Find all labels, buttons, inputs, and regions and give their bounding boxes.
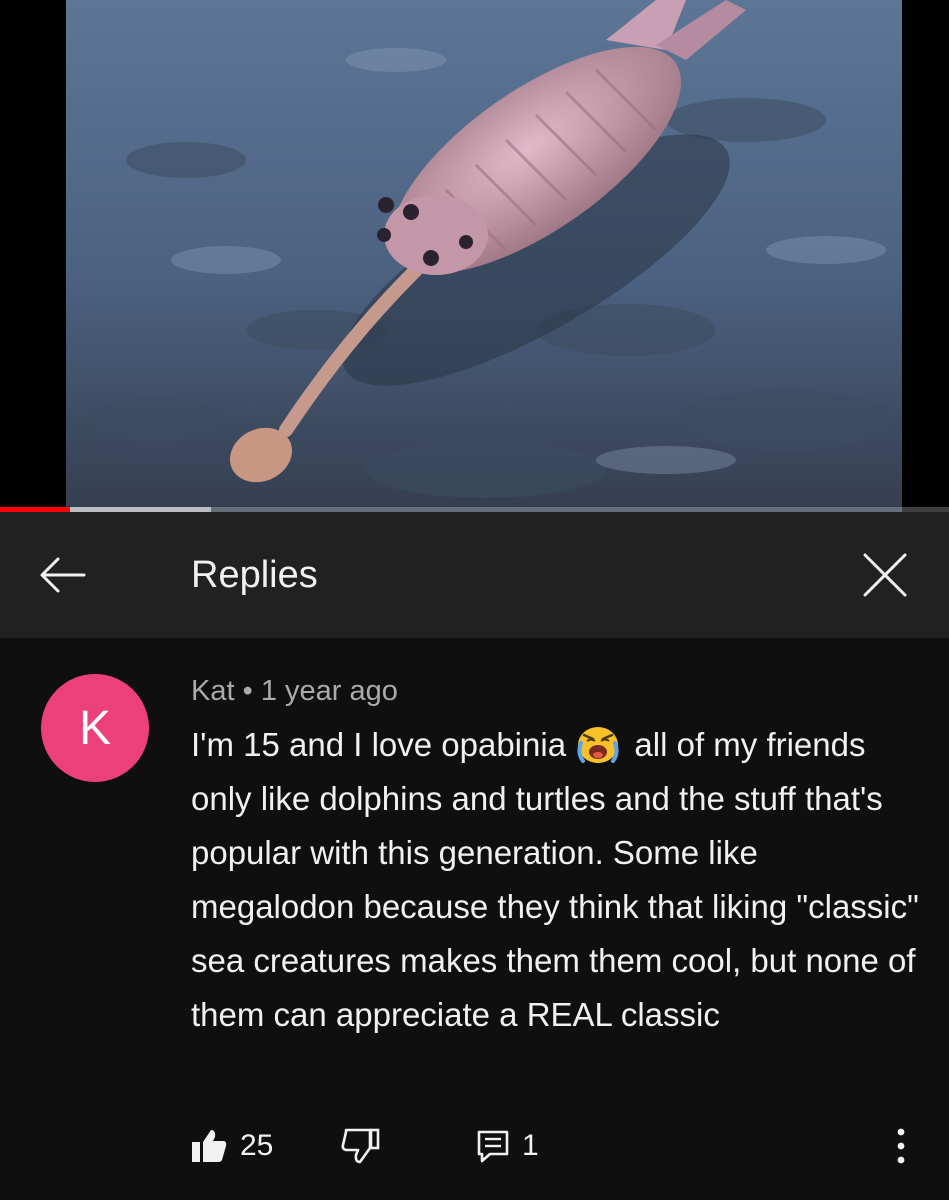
avatar[interactable]: K [41, 674, 149, 782]
reply-button[interactable]: 1 [476, 1116, 539, 1176]
more-options-button[interactable] [886, 1116, 916, 1176]
video-frame-image [66, 0, 902, 512]
back-button[interactable] [30, 542, 96, 608]
comment-time: 1 year ago [260, 675, 398, 707]
comment-text: I'm 15 and I love opabinia all of my fri… [191, 718, 921, 1042]
thumbs-up-filled-icon [192, 1130, 227, 1162]
arrow-left-icon [40, 557, 86, 593]
dislike-button[interactable] [340, 1116, 380, 1176]
close-icon [863, 553, 907, 597]
comment-text-part2: all of my friends only like dolphins and… [191, 726, 919, 1033]
comment-meta: Kat • 1 year ago [191, 674, 398, 708]
like-button[interactable]: 25 [190, 1116, 273, 1176]
like-count: 25 [240, 1129, 274, 1162]
comment-item: K Kat • 1 year ago I'm 15 and I love opa… [0, 638, 949, 1200]
reply-count: 1 [522, 1129, 539, 1162]
video-player[interactable] [0, 0, 949, 512]
thumbs-down-icon [341, 1128, 380, 1164]
comment-author[interactable]: Kat [191, 675, 235, 707]
close-button[interactable] [852, 542, 918, 608]
more-vertical-icon [897, 1128, 905, 1164]
replies-header: Replies [0, 512, 949, 638]
page-title: Replies [191, 554, 318, 596]
comment-actions: 25 1 [0, 1116, 949, 1176]
comment-reply-icon [477, 1130, 509, 1163]
loudly-crying-face-emoji-icon [577, 727, 619, 763]
comment-text-part1: I'm 15 and I love opabinia [191, 726, 567, 763]
meta-separator: • [242, 675, 253, 707]
